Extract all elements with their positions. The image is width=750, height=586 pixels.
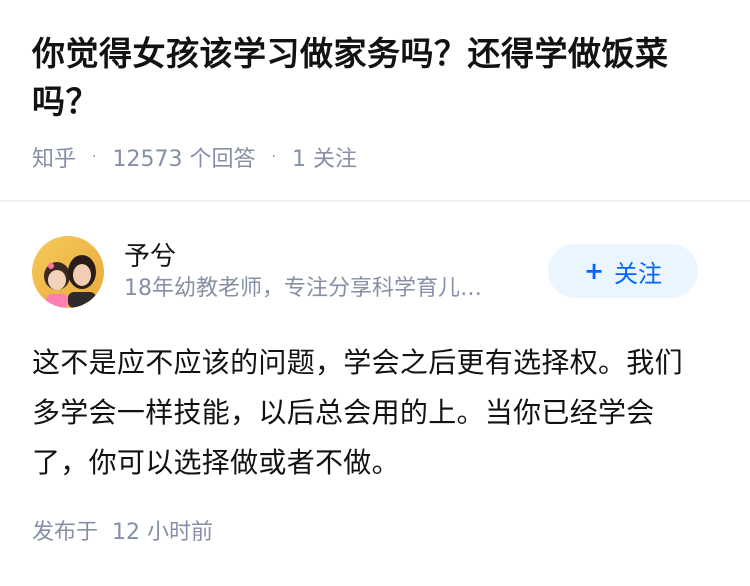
follow-button[interactable]: + 关注 xyxy=(548,244,698,298)
answer-count-group[interactable]: 12573 个回答 xyxy=(112,141,255,173)
author-info: 予兮 18年幼教老师，专注分享科学育儿… xyxy=(124,240,548,304)
answer-content[interactable]: 这不是应不应该的问题，学会之后更有选择权。我们多学会一样技能，以后总会用的上。当… xyxy=(32,338,710,488)
follower-count-group[interactable]: 1 关注 xyxy=(292,141,357,173)
separator-dot: · xyxy=(271,149,276,165)
question-title[interactable]: 你觉得女孩该学习做家务吗？还得学做饭菜吗？ xyxy=(32,30,718,126)
follow-label: 关注 xyxy=(614,259,663,288)
answer-count: 12573 xyxy=(112,147,183,172)
published-time: 12 小时前 xyxy=(112,520,214,545)
source-label[interactable]: 知乎 xyxy=(32,141,76,173)
author-row: 予兮 18年幼教老师，专注分享科学育儿… + 关注 xyxy=(32,236,698,308)
avatar-photo-icon xyxy=(32,236,104,308)
author-bio: 18年幼教老师，专注分享科学育儿… xyxy=(124,276,482,301)
avatar[interactable] xyxy=(32,236,104,308)
plus-icon: + xyxy=(583,257,605,285)
published-info: 发布于 12 小时前 xyxy=(32,514,213,546)
question-header: 你觉得女孩该学习做家务吗？还得学做饭菜吗？ 知乎 · 12573 个回答 · 1… xyxy=(0,0,750,175)
question-meta: 知乎 · 12573 个回答 · 1 关注 xyxy=(32,139,718,175)
author-name[interactable]: 予兮 xyxy=(124,240,548,274)
follower-count: 1 xyxy=(291,147,306,172)
published-label: 发布于 xyxy=(32,520,99,545)
separator-dot: · xyxy=(92,149,97,165)
section-divider xyxy=(0,200,750,202)
follower-count-label: 关注 xyxy=(312,147,357,172)
answer-count-label: 个回答 xyxy=(189,147,256,172)
